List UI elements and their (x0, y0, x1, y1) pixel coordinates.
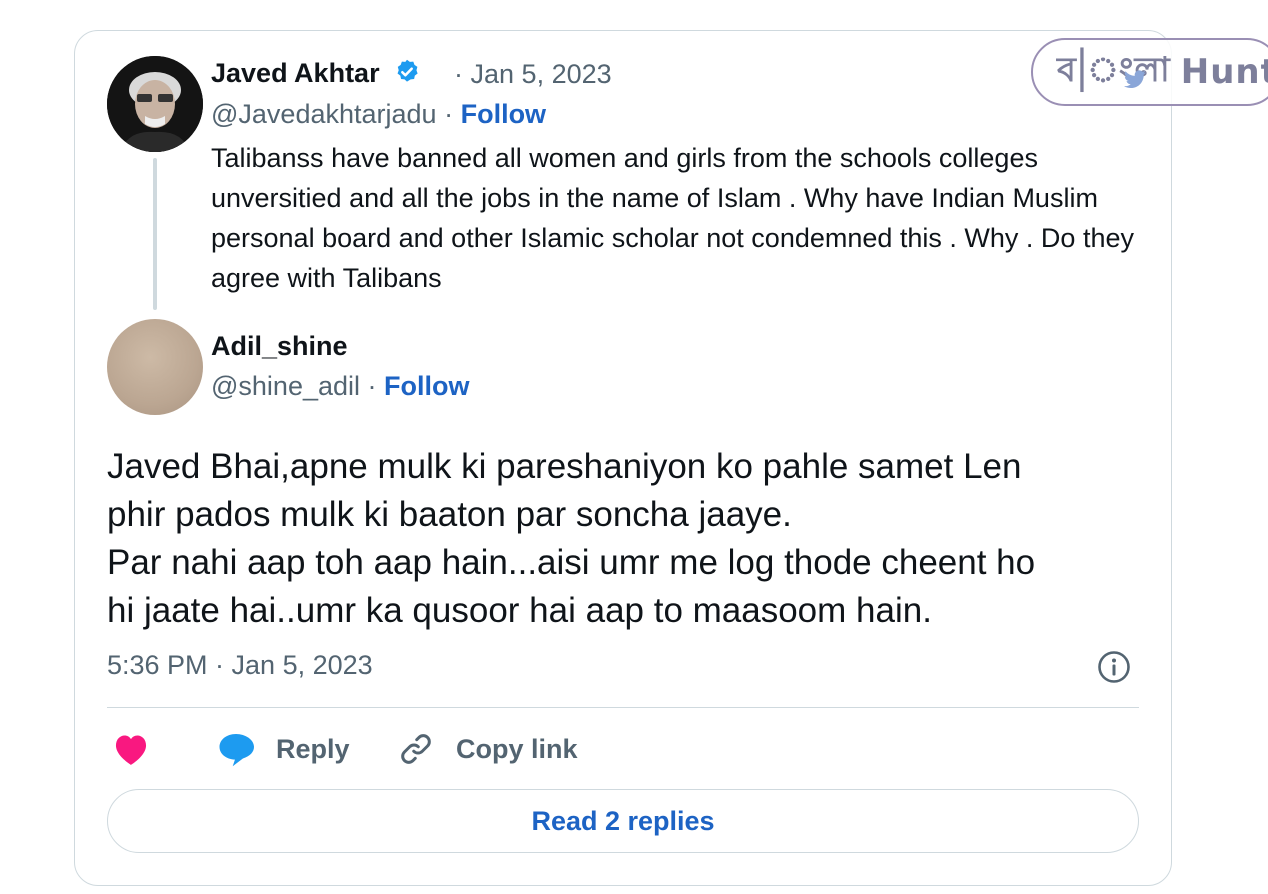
copy-link-button[interactable]: Copy link (398, 731, 578, 767)
read-replies-button[interactable]: Read 2 replies (107, 789, 1139, 853)
separator-dot: · (444, 99, 454, 129)
tweet-text-line: phir pados mulk ki baaton par soncha jaa… (107, 495, 792, 534)
quoted-tweet-text: Talibanss have banned all women and girl… (211, 143, 1134, 293)
watermark-logo: ব|ংলাHunt (1031, 38, 1268, 106)
separator-dot: · (367, 371, 377, 401)
quoted-handle[interactable]: @Javedakhtarjadu (211, 99, 437, 129)
divider (107, 707, 1139, 708)
tweet-timestamp[interactable]: 5:36 PM · Jan 5, 2023 (107, 650, 373, 681)
reply-tweet-text: Javed Bhai,apne mulk ki pareshaniyon ko … (107, 443, 1157, 635)
reply-author-name[interactable]: Adil_shine (211, 331, 348, 362)
separator-dot: · (454, 59, 463, 89)
tweet-text-line: Javed Bhai,apne mulk ki pareshaniyon ko … (107, 447, 1022, 486)
link-icon (401, 734, 431, 764)
quoted-date[interactable]: Jan 5, 2023 (471, 59, 612, 89)
heart-icon (115, 735, 147, 765)
tweet-text-line: hi jaate hai..umr ka qusoor hai aap to m… (107, 591, 932, 630)
verified-badge-icon (397, 59, 418, 82)
follow-javed-button[interactable]: Follow (461, 99, 546, 129)
quoted-handle-row: @Javedakhtarjadu · Follow (211, 99, 546, 130)
reply-bubble-icon (219, 734, 254, 767)
avatar-javed-akhtar[interactable] (107, 56, 203, 152)
reply-handle-row: @shine_adil · Follow (211, 371, 470, 402)
reply-handle[interactable]: @shine_adil (211, 371, 360, 401)
quoted-author-name[interactable]: Javed Akhtar (211, 58, 380, 88)
copy-link-label: Copy link (456, 733, 578, 764)
read-replies-label: Read 2 replies (531, 805, 715, 836)
reply-button[interactable]: Reply (216, 731, 350, 767)
quoted-date-row: · Jan 5, 2023 (454, 59, 612, 90)
info-icon[interactable] (1097, 650, 1131, 684)
avatar-adil-shine[interactable] (107, 319, 203, 415)
quoted-author-name-row[interactable]: Javed Akhtar (211, 58, 421, 89)
like-button[interactable] (112, 731, 150, 767)
thread-connector-line (153, 158, 157, 310)
reply-label: Reply (276, 733, 350, 764)
portrait-image (107, 56, 203, 152)
follow-adil-button[interactable]: Follow (384, 371, 469, 401)
bird-icon (1124, 70, 1146, 89)
tweet-text-line: Par nahi aap toh aap hain...aisi umr me … (107, 543, 1036, 582)
